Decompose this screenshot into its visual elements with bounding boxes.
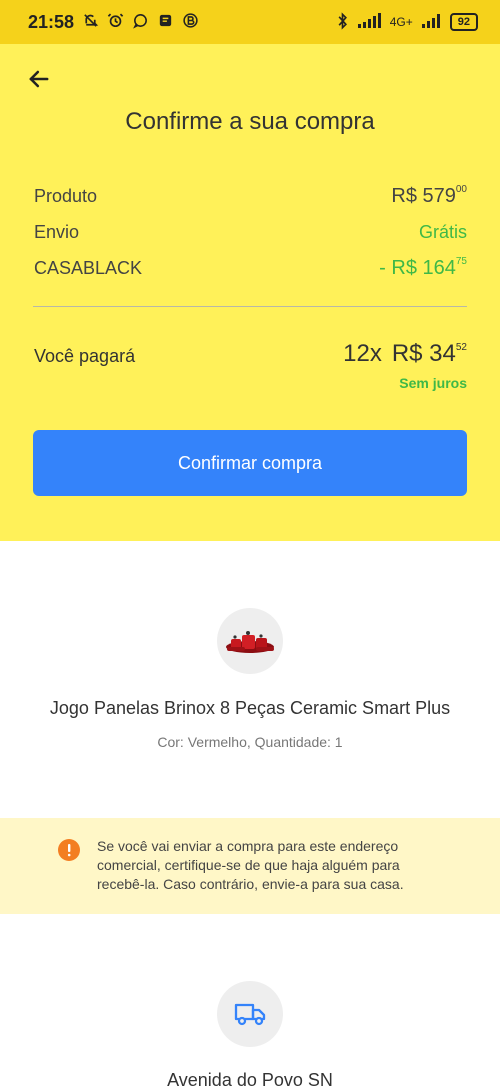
muted-bell-icon	[82, 12, 99, 33]
alarm-icon	[107, 12, 124, 33]
signal-strength-icon	[357, 12, 382, 32]
whatsapp-icon	[132, 12, 149, 33]
total-label: Você pagará	[34, 346, 136, 366]
installment-amount-main: R$ 34	[391, 340, 456, 367]
summary-row-product: Produto R$ 57900	[34, 178, 467, 214]
product-title: Jogo Panelas Brinox 8 Peças Ceramic Smar…	[49, 698, 451, 718]
status-bar: 21:58 4G+ 92	[0, 0, 500, 44]
truck-icon	[234, 1003, 266, 1026]
cookware-icon	[226, 631, 274, 653]
network-label: 4G+	[389, 15, 413, 29]
summary-row-coupon: CASABLACK - R$ 16475	[34, 250, 467, 286]
status-time: 21:58	[28, 11, 75, 32]
product-image	[217, 608, 283, 674]
product-price-main: R$ 579	[391, 184, 456, 207]
summary-row-shipping: Envio Grátis	[34, 214, 467, 250]
coupon-discount-cents: 75	[455, 255, 467, 267]
shipping-address: Avenida do Povo SN	[167, 1070, 333, 1090]
installment-price: 12x R$ 3452	[343, 340, 467, 368]
installment-amount-cents: 52	[455, 342, 467, 353]
shipping-label: Envio	[34, 221, 80, 242]
confirm-purchase-button[interactable]: Confirmar compra	[33, 430, 467, 496]
page-title: Confirme a sua compra	[125, 108, 375, 135]
product-price-cents: 00	[455, 183, 467, 195]
interest-free-text: Sem juros	[399, 375, 467, 391]
product-section: Jogo Panelas Brinox 8 Peças Ceramic Smar…	[0, 541, 500, 817]
b-app-icon	[182, 12, 199, 33]
total-payment: Você pagará 12x R$ 3452 Sem juros	[34, 340, 467, 391]
product-price-value: R$ 57900	[391, 183, 467, 208]
back-button[interactable]	[22, 62, 56, 96]
shipping-value: Grátis	[418, 221, 467, 242]
notice-text: Se você vai enviar a compra para este en…	[97, 838, 404, 892]
summary-divider	[33, 306, 467, 307]
status-left: 21:58	[28, 12, 199, 33]
battery-level: 92	[449, 13, 478, 31]
product-price-label: Produto	[34, 185, 98, 206]
shipping-icon-container	[217, 981, 283, 1047]
coupon-discount-value: - R$ 16475	[379, 255, 467, 280]
message-icon	[157, 12, 174, 33]
coupon-discount-main: - R$ 164	[379, 256, 456, 279]
status-right: 4G+ 92	[336, 11, 478, 34]
shipping-section: Avenida do Povo SN	[0, 914, 500, 1090]
secondary-signal-icon	[421, 13, 442, 32]
business-address-notice: Se você vai enviar a compra para este en…	[0, 818, 500, 914]
bluetooth-icon	[336, 11, 349, 34]
product-details: Cor: Vermelho, Quantidade: 1	[157, 734, 343, 750]
arrow-left-icon	[29, 70, 49, 88]
exclamation-icon	[58, 839, 80, 861]
installment-count: 12x	[343, 340, 382, 367]
total-amount-block: 12x R$ 3452 Sem juros	[343, 340, 467, 391]
checkout-header: Confirme a sua compra Produto R$ 57900 E…	[0, 44, 500, 541]
coupon-label: CASABLACK	[34, 257, 143, 278]
purchase-summary: Produto R$ 57900 Envio Grátis CASABLACK …	[34, 178, 467, 286]
